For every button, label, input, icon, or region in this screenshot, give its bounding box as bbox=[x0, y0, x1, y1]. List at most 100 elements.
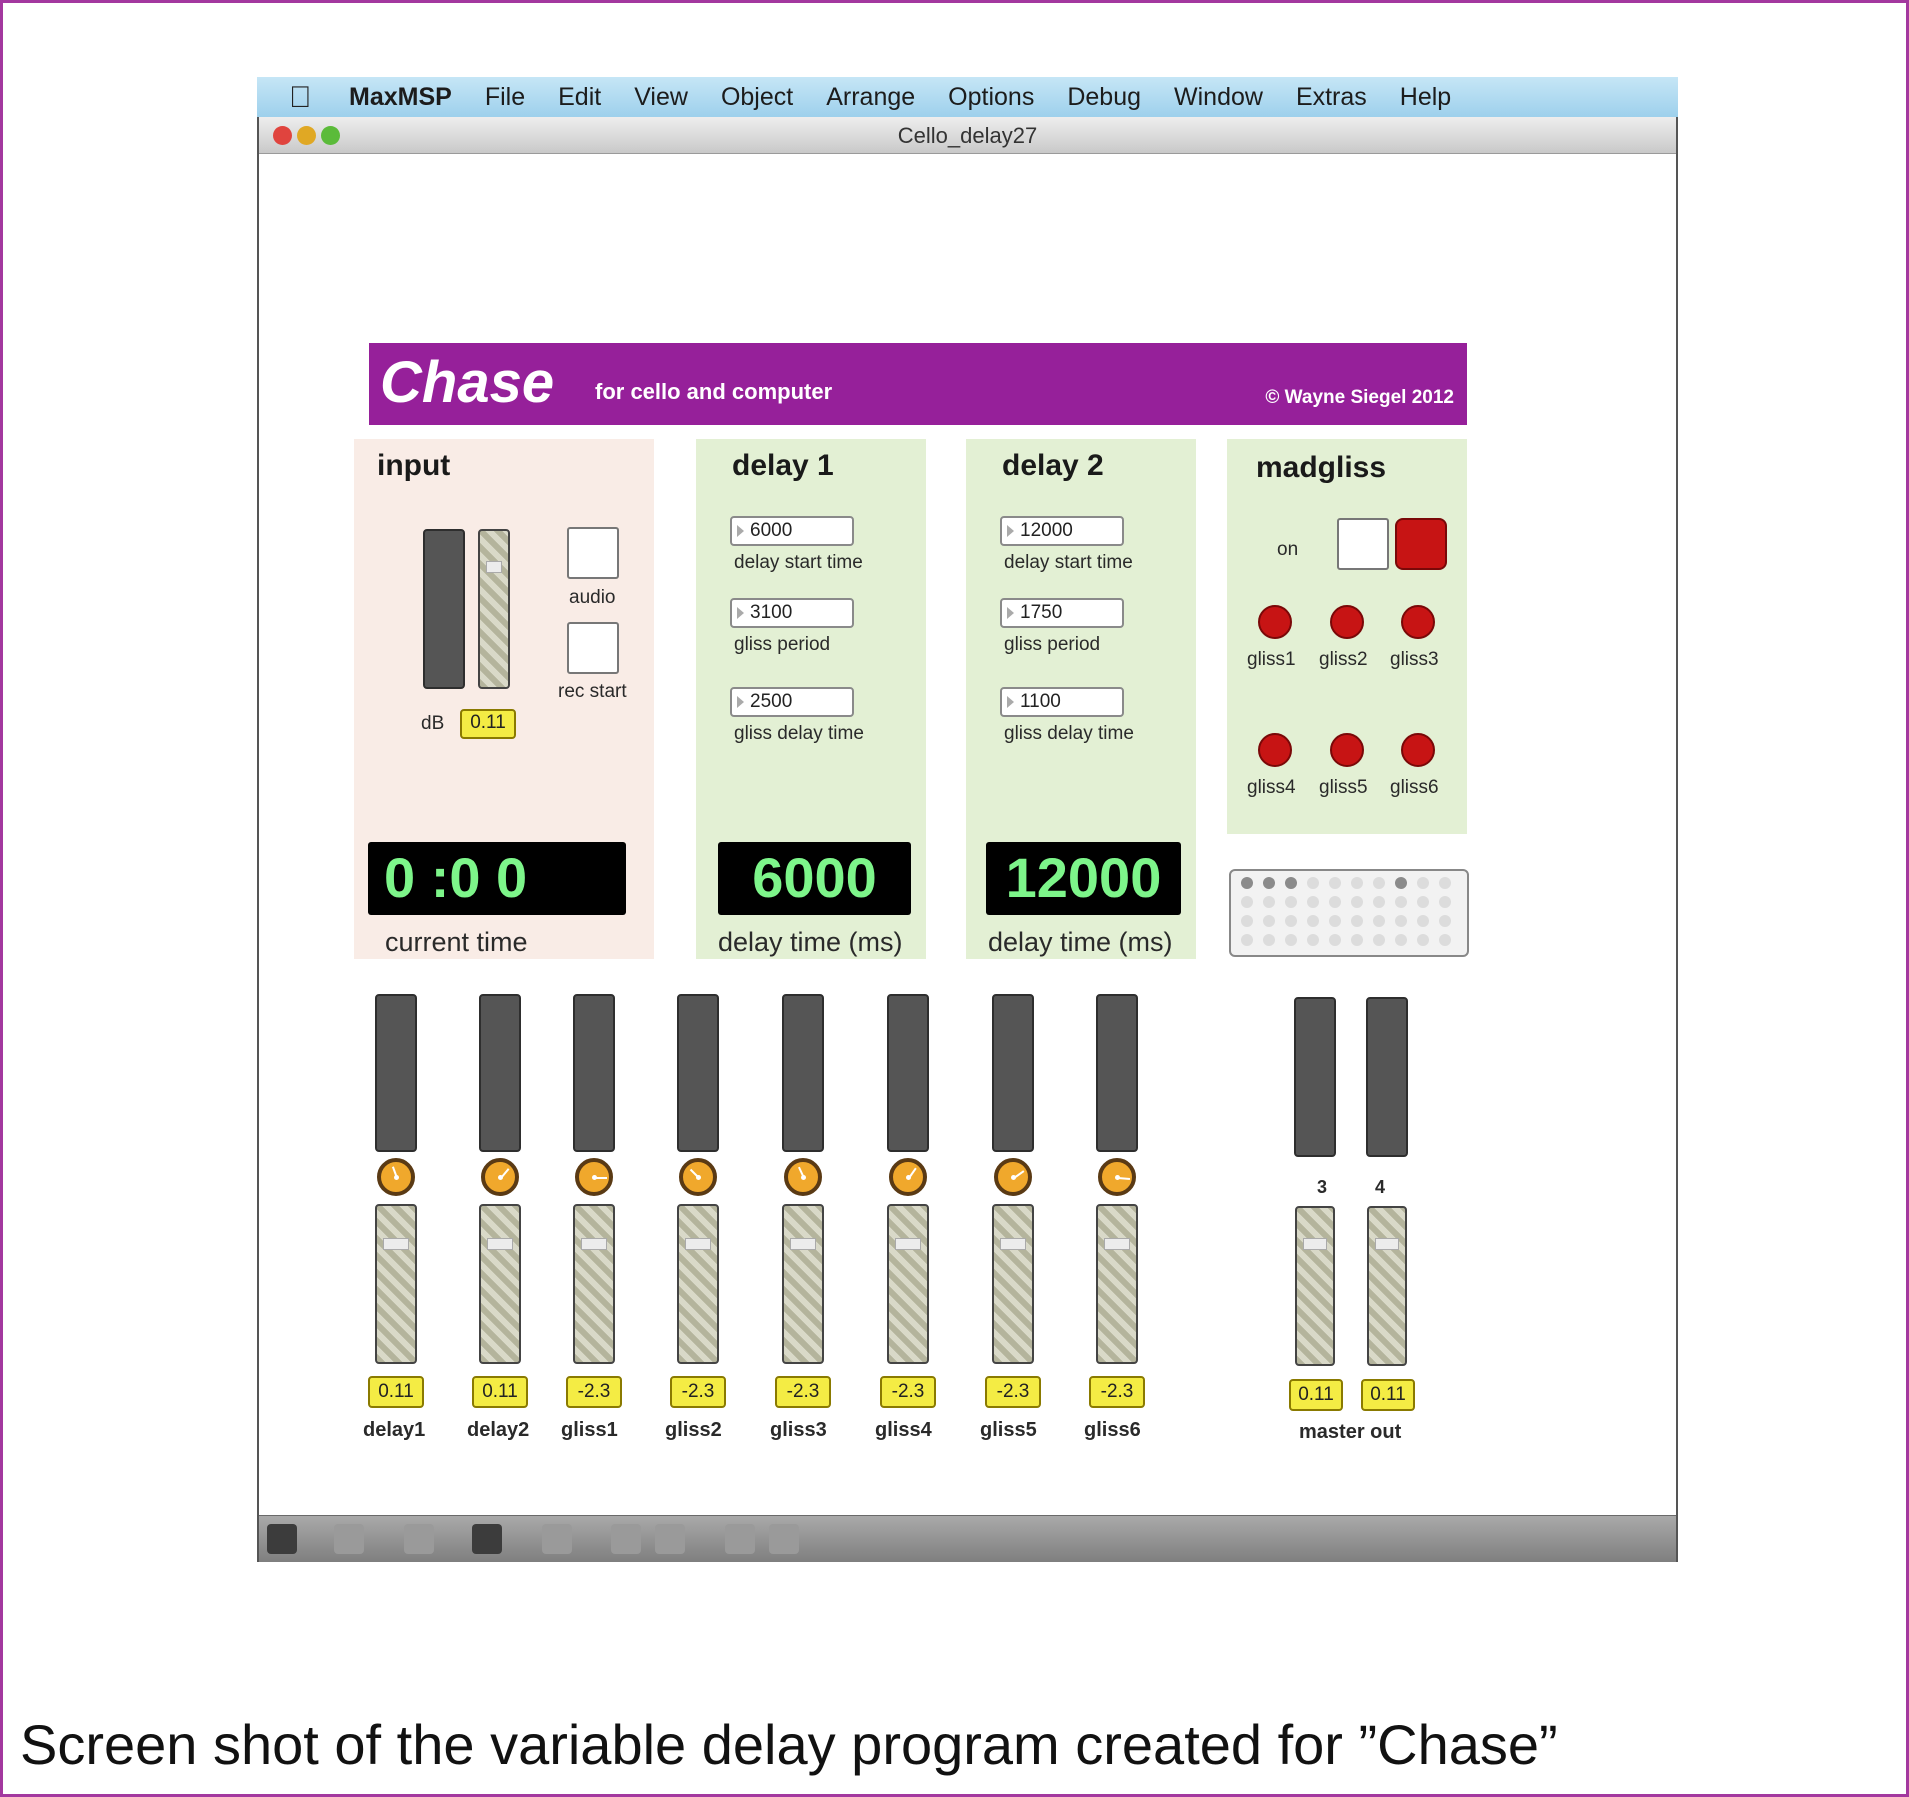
input-db-value[interactable]: 0.11 bbox=[460, 709, 516, 739]
gliss2-button[interactable] bbox=[1330, 605, 1364, 639]
matrix-cell[interactable] bbox=[1263, 934, 1275, 946]
matrix-cell[interactable] bbox=[1285, 934, 1297, 946]
matrix-cell[interactable] bbox=[1307, 934, 1319, 946]
input-gain-fader[interactable] bbox=[478, 529, 510, 689]
menu-debug[interactable]: Debug bbox=[1067, 83, 1141, 112]
matrix-cell[interactable] bbox=[1395, 877, 1407, 889]
matrix-cell[interactable] bbox=[1439, 915, 1451, 927]
master-value-4[interactable]: 0.11 bbox=[1361, 1379, 1415, 1411]
matrix-cell[interactable] bbox=[1329, 896, 1341, 908]
fader-handle[interactable] bbox=[1104, 1238, 1130, 1250]
matrix-cell[interactable] bbox=[1417, 915, 1429, 927]
menu-help[interactable]: Help bbox=[1400, 83, 1451, 112]
pan-dial[interactable] bbox=[784, 1158, 822, 1196]
master-fader-4[interactable] bbox=[1367, 1206, 1407, 1366]
delay1-gdelay-number[interactable]: 2500 bbox=[730, 687, 854, 717]
matrix-cell[interactable] bbox=[1395, 896, 1407, 908]
pan-dial[interactable] bbox=[889, 1158, 927, 1196]
split-view-icon[interactable] bbox=[655, 1524, 685, 1554]
pan-dial[interactable] bbox=[481, 1158, 519, 1196]
menu-edit[interactable]: Edit bbox=[558, 83, 601, 112]
new-view-icon[interactable] bbox=[611, 1524, 641, 1554]
channel-fader[interactable] bbox=[1096, 1204, 1138, 1364]
step-matrix[interactable] bbox=[1229, 869, 1469, 957]
channel-fader[interactable] bbox=[992, 1204, 1034, 1364]
matrix-cell[interactable] bbox=[1241, 877, 1253, 889]
pan-dial[interactable] bbox=[679, 1158, 717, 1196]
matrix-cell[interactable] bbox=[1241, 915, 1253, 927]
channel-fader[interactable] bbox=[677, 1204, 719, 1364]
menu-app-name[interactable]: MaxMSP bbox=[349, 83, 452, 112]
matrix-cell[interactable] bbox=[1417, 877, 1429, 889]
fader-handle[interactable] bbox=[1303, 1238, 1327, 1250]
matrix-cell[interactable] bbox=[1351, 934, 1363, 946]
matrix-cell[interactable] bbox=[1285, 915, 1297, 927]
move-icon[interactable] bbox=[404, 1524, 434, 1554]
delay1-period-number[interactable]: 3100 bbox=[730, 598, 854, 628]
audio-toggle[interactable] bbox=[567, 527, 619, 579]
channel-value[interactable]: -2.3 bbox=[670, 1376, 726, 1408]
fader-handle[interactable] bbox=[383, 1238, 409, 1250]
channel-value[interactable]: -2.3 bbox=[1089, 1376, 1145, 1408]
pan-dial[interactable] bbox=[377, 1158, 415, 1196]
fader-handle[interactable] bbox=[581, 1238, 607, 1250]
matrix-cell[interactable] bbox=[1263, 915, 1275, 927]
matrix-cell[interactable] bbox=[1351, 896, 1363, 908]
matrix-cell[interactable] bbox=[1373, 915, 1385, 927]
delay2-period-number[interactable]: 1750 bbox=[1000, 598, 1124, 628]
channel-fader[interactable] bbox=[479, 1204, 521, 1364]
menu-arrange[interactable]: Arrange bbox=[826, 83, 915, 112]
channel-value[interactable]: -2.3 bbox=[880, 1376, 936, 1408]
madgliss-on-toggle[interactable] bbox=[1337, 518, 1389, 570]
delay1-start-number[interactable]: 6000 bbox=[730, 516, 854, 546]
menu-object[interactable]: Object bbox=[721, 83, 793, 112]
madgliss-indicator-button[interactable] bbox=[1395, 518, 1447, 570]
matrix-cell[interactable] bbox=[1373, 877, 1385, 889]
matrix-cell[interactable] bbox=[1439, 934, 1451, 946]
matrix-cell[interactable] bbox=[1417, 934, 1429, 946]
menu-view[interactable]: View bbox=[634, 83, 688, 112]
matrix-cell[interactable] bbox=[1439, 896, 1451, 908]
pan-dial[interactable] bbox=[994, 1158, 1032, 1196]
inspector-icon[interactable] bbox=[542, 1524, 572, 1554]
matrix-cell[interactable] bbox=[1329, 934, 1341, 946]
matrix-cell[interactable] bbox=[1285, 896, 1297, 908]
matrix-cell[interactable] bbox=[1263, 896, 1275, 908]
channel-fader[interactable] bbox=[782, 1204, 824, 1364]
matrix-cell[interactable] bbox=[1395, 915, 1407, 927]
pan-dial[interactable] bbox=[575, 1158, 613, 1196]
fader-handle[interactable] bbox=[685, 1238, 711, 1250]
menu-window[interactable]: Window bbox=[1174, 83, 1263, 112]
pan-dial[interactable] bbox=[1098, 1158, 1136, 1196]
matrix-cell[interactable] bbox=[1263, 877, 1275, 889]
lock-icon[interactable] bbox=[267, 1524, 297, 1554]
gliss3-button[interactable] bbox=[1401, 605, 1435, 639]
gliss5-button[interactable] bbox=[1330, 733, 1364, 767]
fader-handle[interactable] bbox=[487, 1238, 513, 1250]
channel-value[interactable]: -2.3 bbox=[985, 1376, 1041, 1408]
matrix-cell[interactable] bbox=[1373, 896, 1385, 908]
channel-value[interactable]: -2.3 bbox=[566, 1376, 622, 1408]
delay2-gdelay-number[interactable]: 1100 bbox=[1000, 687, 1124, 717]
channel-value[interactable]: 0.11 bbox=[368, 1376, 424, 1408]
menu-extras[interactable]: Extras bbox=[1296, 83, 1367, 112]
master-fader-3[interactable] bbox=[1295, 1206, 1335, 1366]
channel-value[interactable]: 0.11 bbox=[472, 1376, 528, 1408]
fader-handle[interactable] bbox=[486, 561, 502, 573]
fader-handle[interactable] bbox=[1375, 1238, 1399, 1250]
add-object-icon[interactable] bbox=[334, 1524, 364, 1554]
matrix-cell[interactable] bbox=[1241, 934, 1253, 946]
snap-icon[interactable] bbox=[769, 1524, 799, 1554]
channel-value[interactable]: -2.3 bbox=[775, 1376, 831, 1408]
presentation-icon[interactable] bbox=[472, 1524, 502, 1554]
gliss6-button[interactable] bbox=[1401, 733, 1435, 767]
apple-icon[interactable]:  bbox=[289, 81, 312, 115]
matrix-cell[interactable] bbox=[1373, 934, 1385, 946]
matrix-cell[interactable] bbox=[1307, 877, 1319, 889]
fader-handle[interactable] bbox=[1000, 1238, 1026, 1250]
matrix-cell[interactable] bbox=[1351, 877, 1363, 889]
matrix-cell[interactable] bbox=[1241, 896, 1253, 908]
menu-options[interactable]: Options bbox=[948, 83, 1034, 112]
matrix-cell[interactable] bbox=[1307, 896, 1319, 908]
matrix-cell[interactable] bbox=[1329, 877, 1341, 889]
